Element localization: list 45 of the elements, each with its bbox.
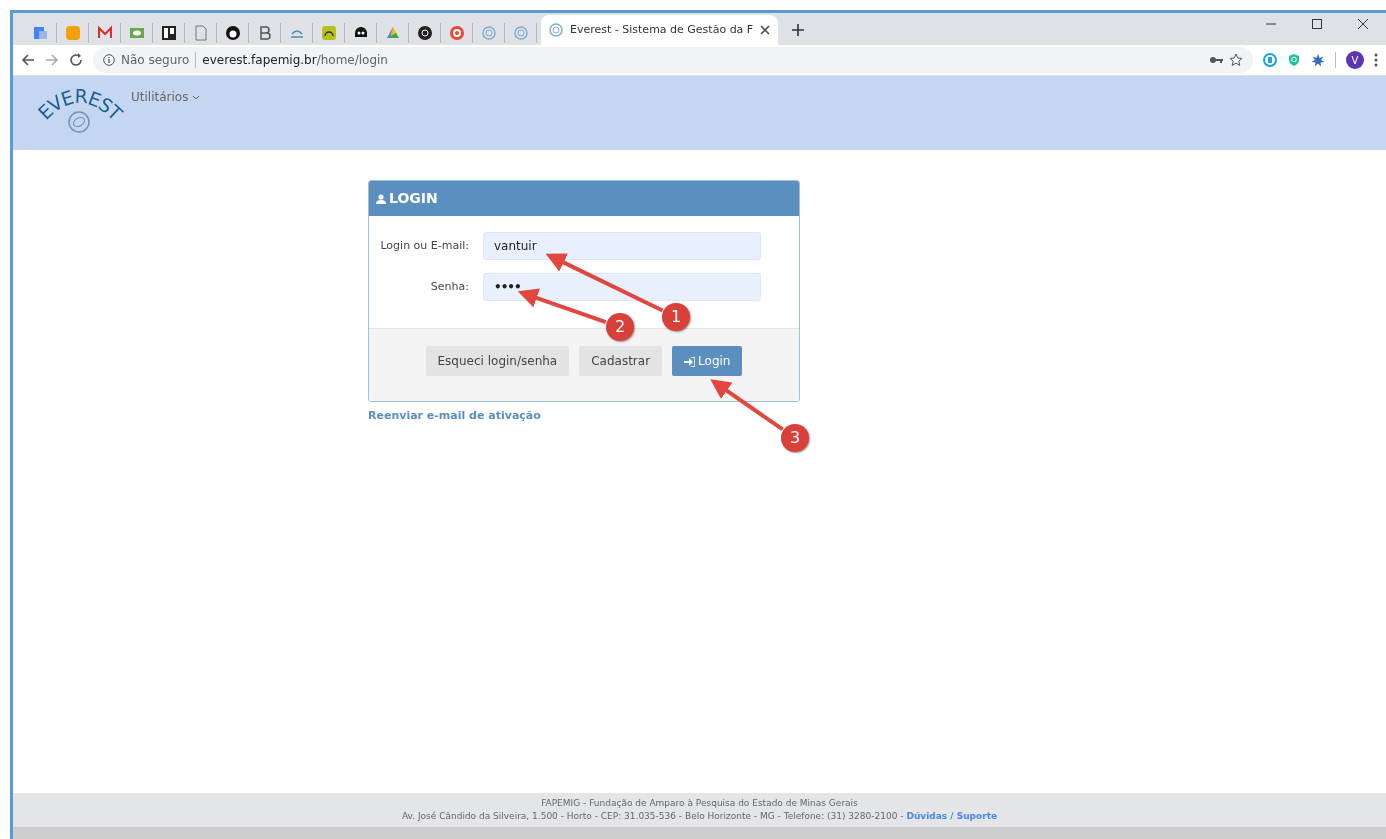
url-text: everest.fapemig.br/home/login [202, 52, 388, 69]
target-icon [448, 25, 465, 41]
footer-line: FAPEMIG - Fundação de Amparo à Pesquisa do Estado de Minas Gerais [540, 797, 859, 810]
form-button[interactable]: Esqueci login/senha [425, 346, 570, 376]
nav-menu-link[interactable]: Utilitários [131, 80, 201, 114]
board-icon [160, 25, 177, 41]
step-badge: 1 [662, 303, 690, 331]
kebab-menu-icon[interactable] [1374, 53, 1378, 67]
reload-icon[interactable] [69, 53, 83, 67]
aperture-icon [416, 25, 433, 41]
close-icon[interactable] [1358, 19, 1368, 29]
rounded-square-icon [64, 25, 81, 41]
gauge-icon [320, 25, 337, 41]
input-field[interactable]: vantuir [483, 232, 761, 260]
triangle-icon [384, 25, 401, 41]
swirl-icon [480, 25, 497, 41]
browser-tab[interactable]: Everest - Sistema de Gestão da F [541, 15, 779, 45]
maximize-icon[interactable] [1312, 19, 1322, 29]
page-icon [192, 25, 209, 41]
chevron-down-icon [192, 94, 201, 100]
swirl-icon [549, 23, 563, 37]
swirl-icon [512, 25, 529, 41]
tab-title: Everest - Sistema de Gestão da F [570, 21, 754, 38]
step-badge: 3 [781, 424, 809, 452]
new-tab-icon[interactable] [792, 24, 805, 36]
footer-line: Av. José Cândido da Silveira, 1.500 - Horto - CEP: 31.035-536 - Belo Horizonte - MG - Telefone: (31) 3280-2100 - [401, 811, 904, 821]
star-icon[interactable] [1229, 53, 1243, 67]
info-icon [103, 54, 115, 66]
field-label: Senha: [429, 278, 469, 295]
panel-title: LOGIN [389, 189, 438, 208]
form-button[interactable]: Cadastrar [579, 346, 663, 376]
back-arrow-icon[interactable] [21, 53, 35, 67]
everest-logo[interactable]: EVEREST [31, 80, 127, 138]
key-icon[interactable] [1209, 55, 1223, 65]
input-field[interactable]: •••• [483, 273, 761, 301]
field-label: Login ou E-mail: [379, 237, 469, 254]
screen-icon [128, 25, 145, 41]
splat-icon[interactable] [1311, 53, 1325, 67]
user-icon [376, 193, 386, 204]
step-badge: 2 [606, 313, 634, 341]
sign-in-icon [684, 356, 696, 367]
profile-avatar[interactable]: V [1346, 51, 1364, 69]
close-icon[interactable] [760, 25, 771, 35]
security-label: Não seguro [121, 52, 190, 69]
address-bar[interactable]: Não seguro everest.fapemig.br/home/login [93, 47, 1253, 73]
